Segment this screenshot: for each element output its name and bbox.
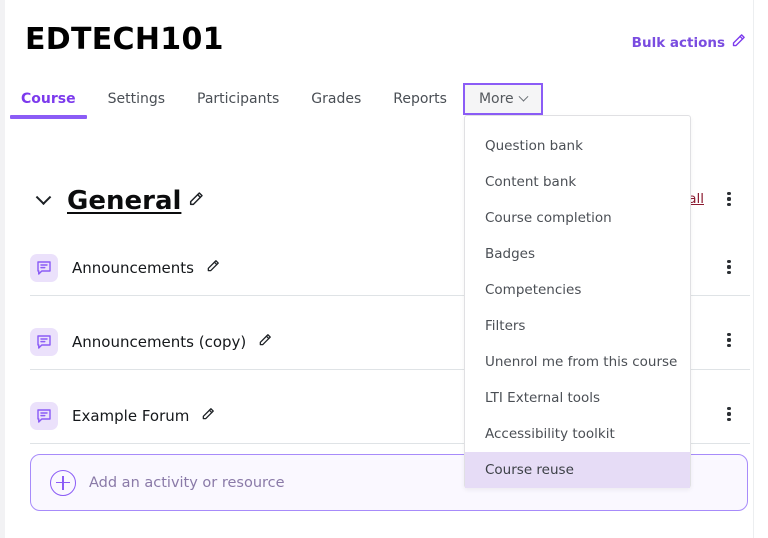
kebab-dot — [727, 418, 730, 421]
menu-item-filters[interactable]: Filters — [465, 308, 690, 344]
right-edge-rule — [753, 0, 754, 538]
pencil-icon[interactable] — [206, 258, 220, 277]
menu-item-content-bank[interactable]: Content bank — [465, 164, 690, 200]
bulk-actions-label: Bulk actions — [632, 35, 725, 51]
forum-icon — [30, 402, 58, 430]
tab-course[interactable]: Course — [5, 83, 92, 115]
tab-label: Grades — [311, 91, 361, 107]
menu-item-label: Question bank — [485, 138, 583, 154]
plus-circle-icon — [50, 470, 76, 496]
tab-label: Course — [21, 91, 76, 107]
tab-settings[interactable]: Settings — [92, 83, 181, 115]
tab-participants[interactable]: Participants — [181, 83, 295, 115]
activity-name[interactable]: Example Forum — [72, 407, 189, 425]
pencil-icon[interactable] — [258, 332, 272, 351]
menu-item-course-reuse[interactable]: Course reuse — [465, 452, 690, 488]
pencil-icon[interactable] — [188, 191, 204, 211]
kebab-dot — [727, 338, 730, 341]
kebab-dot — [727, 265, 730, 268]
tab-reports[interactable]: Reports — [377, 83, 463, 115]
menu-item-label: Course reuse — [485, 462, 574, 478]
kebab-dot — [727, 407, 730, 410]
menu-item-label: LTI External tools — [485, 390, 600, 406]
menu-item-lti-external-tools[interactable]: LTI External tools — [465, 380, 690, 416]
tab-label: Settings — [108, 91, 165, 107]
forum-icon — [30, 254, 58, 282]
activity-name[interactable]: Announcements (copy) — [72, 333, 246, 351]
section-actions-menu[interactable] — [718, 188, 740, 210]
kebab-dot — [727, 197, 730, 200]
page-title: EDTECH101 — [25, 20, 224, 60]
menu-item-label: Course completion — [485, 210, 612, 226]
menu-item-label: Content bank — [485, 174, 576, 190]
menu-item-unenrol-me-from-this-course[interactable]: Unenrol me from this course — [465, 344, 690, 380]
kebab-dot — [727, 344, 730, 347]
menu-item-label: Competencies — [485, 282, 581, 298]
activity-actions-menu[interactable] — [718, 329, 740, 351]
add-activity-label: Add an activity or resource — [89, 475, 285, 491]
menu-item-question-bank[interactable]: Question bank — [465, 128, 690, 164]
kebab-dot — [727, 412, 730, 415]
course-tabs: Course Settings Participants Grades Repo… — [5, 83, 543, 115]
left-edge-gutter — [0, 0, 5, 538]
activity-actions-menu[interactable] — [718, 256, 740, 278]
activity-name[interactable]: Announcements — [72, 259, 194, 277]
kebab-dot — [727, 333, 730, 336]
menu-item-badges[interactable]: Badges — [465, 236, 690, 272]
menu-item-label: Filters — [485, 318, 525, 334]
forum-icon — [30, 328, 58, 356]
chevron-down-icon — [518, 91, 528, 101]
section-title[interactable]: General — [67, 186, 181, 216]
tab-label: Participants — [197, 91, 279, 107]
chevron-down-icon[interactable] — [36, 189, 52, 205]
tab-label: Reports — [393, 91, 447, 107]
menu-item-label: Unenrol me from this course — [485, 354, 677, 370]
menu-item-competencies[interactable]: Competencies — [465, 272, 690, 308]
bulk-actions-button[interactable]: Bulk actions — [632, 33, 746, 52]
kebab-dot — [727, 260, 730, 263]
course-page: EDTECH101 Bulk actions Course Settings P… — [5, 0, 768, 538]
tab-label: More — [479, 91, 514, 107]
tab-grades[interactable]: Grades — [295, 83, 377, 115]
course-header: EDTECH101 Bulk actions Course Settings P… — [5, 0, 768, 115]
activity-actions-menu[interactable] — [718, 403, 740, 425]
menu-item-accessibility-toolkit[interactable]: Accessibility toolkit — [465, 416, 690, 452]
kebab-dot — [727, 192, 730, 195]
menu-item-label: Accessibility toolkit — [485, 426, 615, 442]
menu-item-course-completion[interactable]: Course completion — [465, 200, 690, 236]
menu-item-label: Badges — [485, 246, 535, 262]
tab-more[interactable]: More — [463, 83, 543, 115]
pencil-icon[interactable] — [201, 406, 215, 425]
kebab-dot — [727, 203, 730, 206]
more-dropdown-menu: Question bank Content bank Course comple… — [464, 115, 691, 488]
pencil-icon — [731, 33, 746, 52]
kebab-dot — [727, 271, 730, 274]
